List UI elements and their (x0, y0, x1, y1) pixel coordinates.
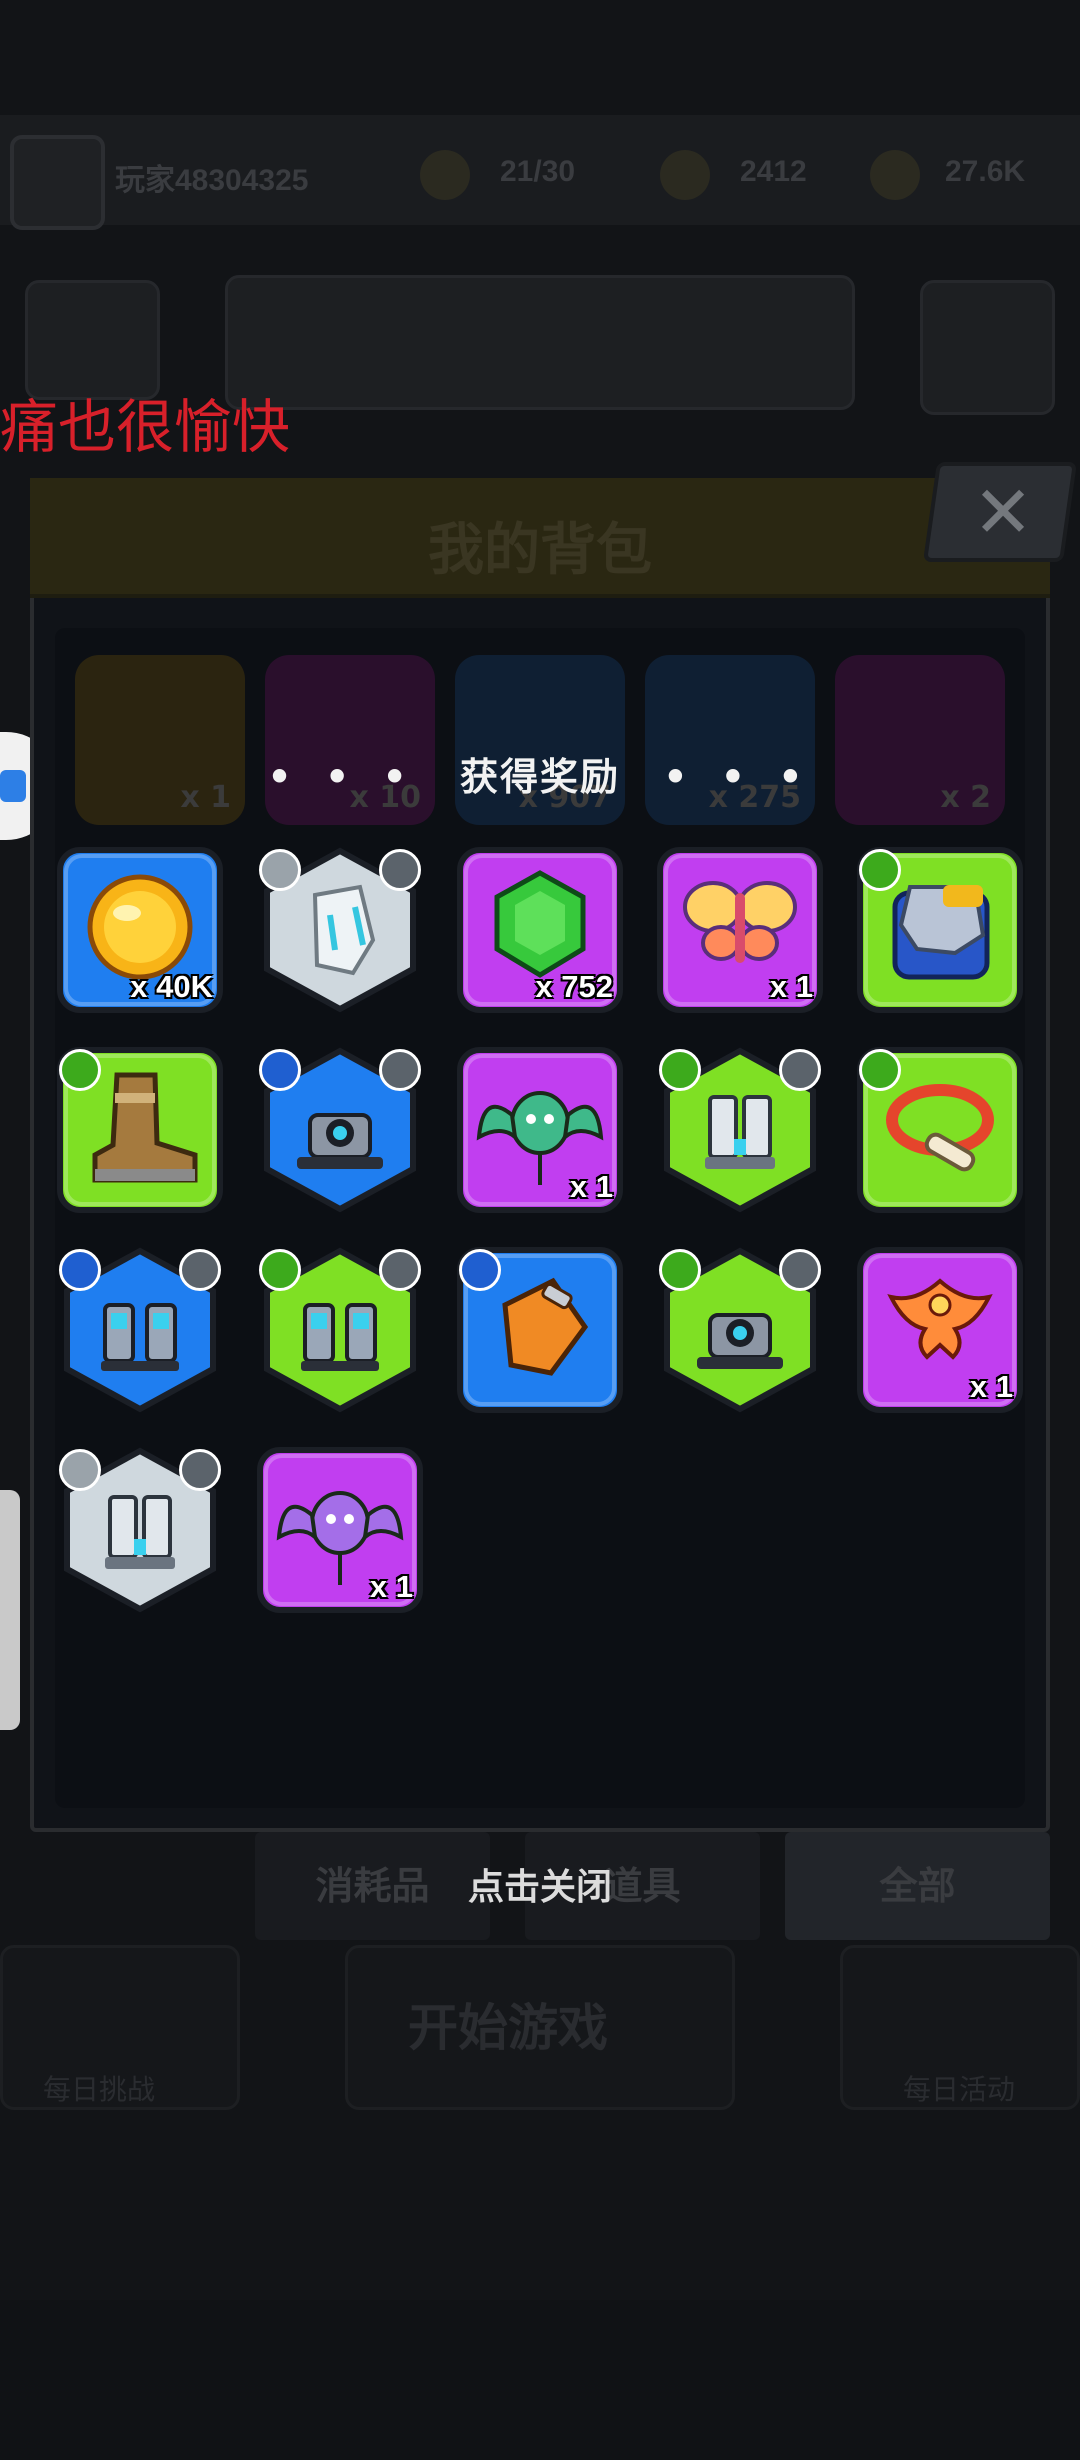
daily-event-label: 每日活动 (903, 2073, 1016, 2106)
arrow-badge-icon (259, 1249, 301, 1291)
drill-badge-icon (179, 1249, 221, 1291)
reward-dots-left: • • • (267, 755, 417, 799)
gold-icon (870, 150, 920, 200)
tap-to-close-hint[interactable]: 点击关闭 (0, 1858, 1080, 1910)
reward-item-green-gem[interactable]: x 752 (455, 845, 625, 1015)
reward-title-text: 获得奖励 (459, 755, 620, 799)
daily-challenge-label: 每日挑战 (43, 2073, 156, 2106)
arrow-badge-icon (659, 1249, 701, 1291)
reward-item-phoenix-kite[interactable]: x 1 (855, 1245, 1025, 1415)
ingot-badge-icon (779, 1049, 821, 1091)
reward-item-armor-chest[interactable] (855, 845, 1025, 1015)
overlay-caption: 痛也很愉快 (0, 395, 291, 460)
drill-badge-icon (379, 1049, 421, 1091)
reward-item-gold-coin[interactable]: x 40K (55, 845, 225, 1015)
necklace-badge-icon (859, 1049, 901, 1091)
gem-icon (660, 150, 710, 200)
close-icon[interactable]: ✕ (968, 470, 1038, 554)
reward-dots-right: • • • (663, 755, 813, 799)
reward-item-count: x 40K (130, 969, 213, 1004)
player-id: 玩家48304325 (115, 164, 309, 197)
daily-challenge-button[interactable]: 每日挑战 (0, 1945, 240, 2110)
reward-item-green-canisters[interactable] (655, 1045, 825, 1215)
book-badge-icon (59, 1049, 101, 1091)
ingot-badge-icon (179, 1449, 221, 1491)
shield-badge-icon (59, 1449, 101, 1491)
mail-button[interactable] (920, 280, 1055, 415)
reward-item-butterfly[interactable]: x 1 (655, 845, 825, 1015)
reward-item-green-bat-kite[interactable]: x 1 (455, 1045, 625, 1215)
reward-item-count: x 1 (769, 969, 813, 1004)
drill-badge-icon (379, 849, 421, 891)
gem-value: 2412 (740, 155, 807, 188)
start-game-button[interactable]: 开始游戏 (345, 1945, 735, 2110)
shield-badge-icon (259, 849, 301, 891)
drill-badge-icon (779, 1249, 821, 1291)
gold-value: 27.6K (945, 155, 1026, 188)
reward-title: • • • 获得奖励 • • • (0, 746, 1080, 801)
energy-value: 21/30 (500, 155, 576, 188)
reward-item-bone-ring[interactable] (855, 1045, 1025, 1215)
reward-item-count: x 1 (569, 1169, 613, 1204)
reward-item-green-boosters[interactable] (255, 1245, 425, 1415)
daily-event-button[interactable]: 每日活动 (840, 1945, 1080, 2110)
reward-item-green-scanner[interactable] (655, 1245, 825, 1415)
side-handle[interactable] (0, 1490, 20, 1730)
drill-badge-icon (379, 1249, 421, 1291)
reward-item-blue-boosters[interactable] (55, 1245, 225, 1415)
shield-badge-icon (659, 1049, 701, 1091)
reward-item-combat-boot[interactable] (55, 1045, 225, 1215)
reward-item-count: x 1 (969, 1369, 1013, 1404)
reward-item-purple-bat-kite[interactable]: x 1 (255, 1445, 425, 1615)
reward-item-count: x 752 (535, 969, 613, 1004)
avatar[interactable] (10, 135, 105, 230)
inventory-title: 我的背包 (428, 518, 652, 583)
event-banner[interactable] (225, 275, 855, 410)
reward-item-count: x 1 (369, 1569, 413, 1604)
arrow-badge-icon (259, 1049, 301, 1091)
hand-badge-icon (459, 1249, 501, 1291)
reward-item-grey-canisters[interactable] (55, 1445, 225, 1615)
reward-item-orange-glove[interactable] (455, 1245, 625, 1415)
arrow-badge-icon (59, 1249, 101, 1291)
reward-item-steel-plate[interactable] (255, 845, 425, 1015)
bottom-nav-bar (0, 2300, 1080, 2460)
shirt-badge-icon (859, 849, 901, 891)
reward-item-blue-scanner[interactable] (255, 1045, 425, 1215)
start-game-label: 开始游戏 (408, 1999, 608, 2057)
energy-icon (420, 150, 470, 200)
